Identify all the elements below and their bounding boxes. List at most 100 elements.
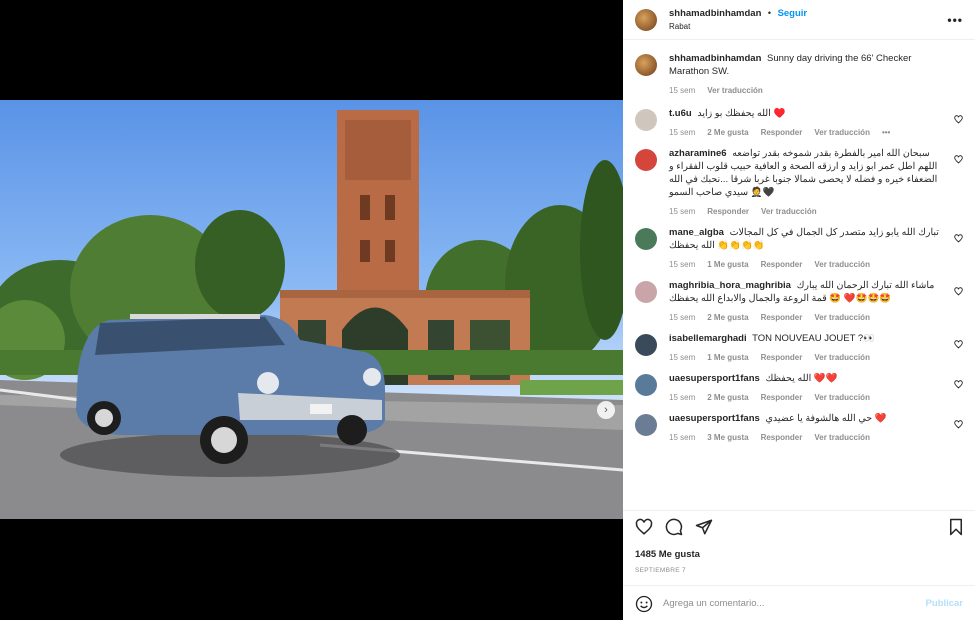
comment-time[interactable]: 15 sem xyxy=(669,433,695,442)
commenter-avatar[interactable] xyxy=(635,149,657,171)
commenter-username[interactable]: uaesupersport1fans xyxy=(669,413,760,424)
commenter-avatar[interactable] xyxy=(635,374,657,396)
comment-bubble-icon[interactable] xyxy=(665,518,683,536)
comment-text: TON NOUVEAU JOUET ?👀 xyxy=(752,333,875,344)
comment-meta: 15 sem 1 Me gusta Responder Ver traducci… xyxy=(669,353,944,362)
comment-item: azharamine6 سبحان الله امير بالفطرة بقدر… xyxy=(635,147,965,216)
comment-time[interactable]: 15 sem xyxy=(669,260,695,269)
author-info: shhamadbinhamdan • Seguir Rabat xyxy=(669,8,807,31)
reply-button[interactable]: Responder xyxy=(761,313,803,322)
comment-item: t.u6u الله يحفظك بو زايد ♥️ 15 sem 2 Me … xyxy=(635,107,965,137)
translate-button[interactable]: Ver traducción xyxy=(814,128,870,137)
publish-button[interactable]: Publicar xyxy=(926,598,964,609)
reply-button[interactable]: Responder xyxy=(761,393,803,402)
comment-like-heart-icon[interactable] xyxy=(954,380,963,389)
comment-input[interactable] xyxy=(663,598,926,609)
translate-button[interactable]: Ver traducción xyxy=(814,260,870,269)
more-options-button[interactable]: ••• xyxy=(947,13,963,27)
translate-button[interactable]: Ver traducción xyxy=(814,433,870,442)
post-photo[interactable]: › xyxy=(0,100,623,519)
comment-like-heart-icon[interactable] xyxy=(954,420,963,429)
comment-meta: 15 sem Responder Ver traducción xyxy=(669,207,944,216)
translate-button[interactable]: Ver traducción xyxy=(814,353,870,362)
author-username[interactable]: shhamadbinhamdan xyxy=(669,8,761,19)
commenter-avatar[interactable] xyxy=(635,109,657,131)
commenter-avatar[interactable] xyxy=(635,334,657,356)
caption-translate-button[interactable]: Ver traducción xyxy=(707,86,763,95)
post-panel: shhamadbinhamdan • Seguir Rabat ••• shha… xyxy=(623,0,975,620)
comment-time[interactable]: 15 sem xyxy=(669,393,695,402)
comment-like-heart-icon[interactable] xyxy=(954,115,963,124)
comment-item: mane_algba تبارك الله يابو زايد متصدر كل… xyxy=(635,226,965,269)
comment-text: حي الله هالشوفة يا عضيدي ❤️ xyxy=(765,413,887,424)
comment-like-heart-icon[interactable] xyxy=(954,234,963,243)
commenter-username[interactable]: isabellemarghadi xyxy=(669,333,747,344)
bookmark-icon[interactable] xyxy=(947,518,965,536)
comment-meta: 15 sem 3 Me gusta Responder Ver traducci… xyxy=(669,433,944,442)
comment-like-heart-icon[interactable] xyxy=(954,155,963,164)
comment-text-block: uaesupersport1fans حي الله هالشوفة يا عض… xyxy=(669,412,944,425)
comment-time[interactable]: 15 sem xyxy=(669,128,695,137)
post-actions: 1485 Me gusta SEPTIEMBRE 7 Publicar xyxy=(623,510,975,620)
comment-time[interactable]: 15 sem xyxy=(669,353,695,362)
comments-list: shhamadbinhamdan Sunny day driving the 6… xyxy=(635,52,965,452)
share-send-icon[interactable] xyxy=(695,518,713,536)
photo-illustration xyxy=(0,110,623,519)
header-separator: • xyxy=(767,8,772,18)
comment-item: uaesupersport1fans حي الله هالشوفة يا عض… xyxy=(635,412,965,442)
commenter-username[interactable]: maghribia_hora_maghribia xyxy=(669,280,791,291)
comment-like-heart-icon[interactable] xyxy=(954,287,963,296)
reply-button[interactable]: Responder xyxy=(761,260,803,269)
reply-button[interactable]: Responder xyxy=(761,433,803,442)
commenter-avatar[interactable] xyxy=(635,281,657,303)
comment-text-block: isabellemarghadi TON NOUVEAU JOUET ?👀 xyxy=(669,332,944,345)
post-date[interactable]: SEPTIEMBRE 7 xyxy=(635,567,686,574)
commenter-username[interactable]: t.u6u xyxy=(669,108,692,119)
comment-like-heart-icon[interactable] xyxy=(954,340,963,349)
comment-likes[interactable]: 1 Me gusta xyxy=(707,353,748,362)
comment-item: uaesupersport1fans الله يحفظك ❤️❤️ 15 se… xyxy=(635,372,965,402)
caption-avatar[interactable] xyxy=(635,54,657,76)
commenter-avatar[interactable] xyxy=(635,414,657,436)
next-slide-button[interactable]: › xyxy=(597,401,615,419)
comment-meta: 15 sem 1 Me gusta Responder Ver traducci… xyxy=(669,260,944,269)
follow-button[interactable]: Seguir xyxy=(778,8,808,19)
comment-likes[interactable]: 2 Me gusta xyxy=(707,128,748,137)
comment-likes[interactable]: 2 Me gusta xyxy=(707,393,748,402)
caption-time[interactable]: 15 sem xyxy=(669,86,695,95)
comment-likes[interactable]: 2 Me gusta xyxy=(707,313,748,322)
post-media: › xyxy=(0,0,623,620)
comment-meta: 15 sem 2 Me gusta Responder Ver traducci… xyxy=(669,393,944,402)
caption-meta: 15 sem Ver traducción xyxy=(669,86,944,95)
reply-button[interactable]: Responder xyxy=(761,353,803,362)
comment-more-button[interactable]: ••• xyxy=(882,128,890,137)
emoji-icon[interactable] xyxy=(635,595,653,613)
likes-count[interactable]: 1485 Me gusta xyxy=(635,549,700,560)
comment-text: الله يحفظك ❤️❤️ xyxy=(765,373,838,384)
comment-likes[interactable]: 1 Me gusta xyxy=(707,260,748,269)
comment-likes[interactable]: 3 Me gusta xyxy=(707,433,748,442)
comment-text-block: t.u6u الله يحفظك بو زايد ♥️ xyxy=(669,107,944,120)
comment-meta: 15 sem 2 Me gusta Responder Ver traducci… xyxy=(669,313,944,322)
reply-button[interactable]: Responder xyxy=(707,207,749,216)
comment-items: t.u6u الله يحفظك بو زايد ♥️ 15 sem 2 Me … xyxy=(635,107,965,442)
commenter-username[interactable]: azharamine6 xyxy=(669,148,727,159)
comment-text-block: maghribia_hora_maghribia ماشاء الله تبار… xyxy=(669,279,944,305)
reply-button[interactable]: Responder xyxy=(761,128,803,137)
comment-time[interactable]: 15 sem xyxy=(669,313,695,322)
like-heart-icon[interactable] xyxy=(635,518,653,536)
comment-time[interactable]: 15 sem xyxy=(669,207,695,216)
translate-button[interactable]: Ver traducción xyxy=(761,207,817,216)
post-location[interactable]: Rabat xyxy=(669,22,807,31)
commenter-avatar[interactable] xyxy=(635,228,657,250)
caption-text-block: shhamadbinhamdan Sunny day driving the 6… xyxy=(669,52,944,78)
commenter-username[interactable]: uaesupersport1fans xyxy=(669,373,760,384)
translate-button[interactable]: Ver traducción xyxy=(814,393,870,402)
translate-button[interactable]: Ver traducción xyxy=(814,313,870,322)
post-header: shhamadbinhamdan • Seguir Rabat ••• xyxy=(623,0,975,40)
commenter-username[interactable]: mane_algba xyxy=(669,227,724,238)
comment-item: maghribia_hora_maghribia ماشاء الله تبار… xyxy=(635,279,965,322)
author-avatar[interactable] xyxy=(635,8,657,31)
caption-username[interactable]: shhamadbinhamdan xyxy=(669,53,761,64)
comment-item: isabellemarghadi TON NOUVEAU JOUET ?👀 15… xyxy=(635,332,965,362)
